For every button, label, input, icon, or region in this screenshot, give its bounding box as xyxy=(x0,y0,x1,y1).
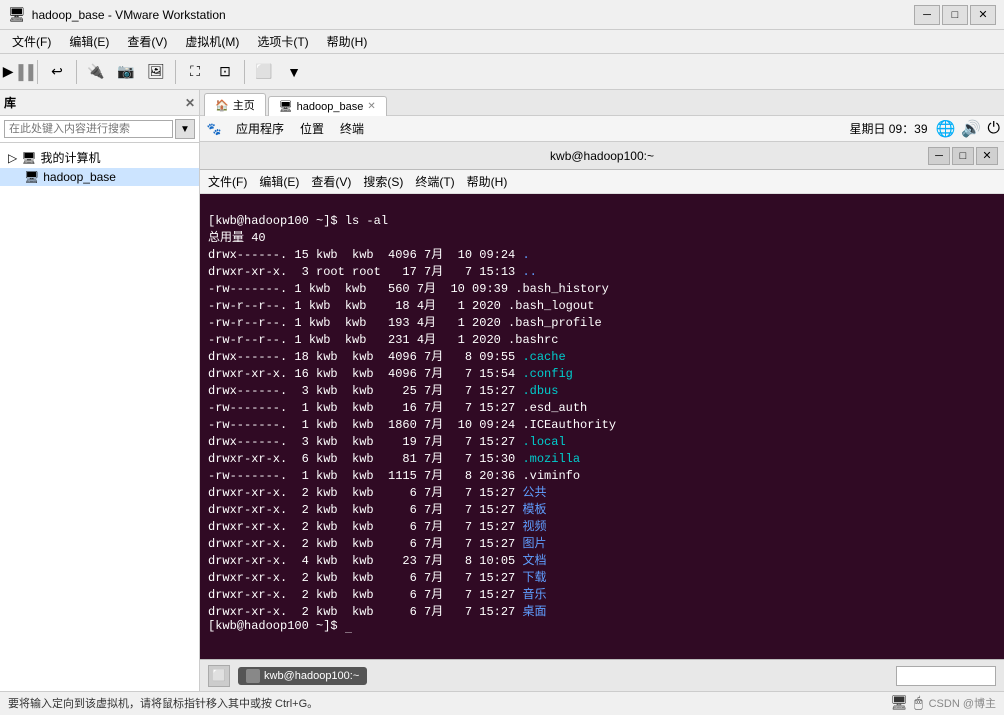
terminal-maximize-button[interactable]: □ xyxy=(952,147,974,165)
status-right-icons: 🖥 🖱 CSDN @博主 xyxy=(890,694,996,711)
terminal-menu-help[interactable]: 帮助(H) xyxy=(467,173,508,190)
menu-vm[interactable]: 虚拟机(M) xyxy=(177,31,247,52)
terminal-title-bar: kwb@hadoop100:~ ─ □ ✕ xyxy=(200,142,1004,170)
sidebar-item-hadoop-base[interactable]: 🖥 hadoop_base xyxy=(0,168,199,186)
terminal-close-button[interactable]: ✕ xyxy=(976,147,998,165)
time-display: 星期日 09：39 xyxy=(849,120,935,137)
toolbar-unity[interactable]: ⊡ xyxy=(211,58,239,86)
status-icon-1: 🖥 xyxy=(890,694,908,711)
toolbar-screenshot[interactable]: 🖼 xyxy=(142,58,170,86)
status-text: 要将输入定向到该虚拟机，请将鼠标指针移入其中或按 Ctrl+G。 xyxy=(8,695,318,711)
sidebar-search-dropdown[interactable]: ▼ xyxy=(175,119,195,139)
toolbar-separator-3 xyxy=(175,60,176,84)
app-icon: 🖥 xyxy=(8,6,26,23)
terminal-footer: ⬜ kwb@hadoop100:~ xyxy=(200,659,1004,691)
tab-hadoop-base-close[interactable]: ✕ xyxy=(367,101,375,112)
toolbar-separator-2 xyxy=(76,60,77,84)
toolbar: ▶▐▐ ↩ 🔌 📷 🖼 ⛶ ⊡ ⬜ ▼ xyxy=(0,54,1004,90)
terminal-tab[interactable]: kwb@hadoop100:~ xyxy=(238,667,367,685)
sidebar-search-input[interactable] xyxy=(4,120,173,138)
tab-hadoop-base[interactable]: 🖥 hadoop_base ✕ xyxy=(268,96,387,116)
window-title: hadoop_base - VMware Workstation xyxy=(32,8,914,22)
tab-hadoop-base-label: hadoop_base xyxy=(297,101,364,113)
monitor-icon: 🖥 xyxy=(21,151,36,165)
vm-tab-icon: 🖥 xyxy=(279,100,293,113)
terminal-window-title: kwb@hadoop100:~ xyxy=(550,149,654,163)
vm-icon: 🖥 xyxy=(24,170,39,184)
toolbar-revert[interactable]: ↩ xyxy=(43,58,71,86)
sys-icons: 🌐 🔊 ⏻ xyxy=(936,119,1001,139)
main-menu-bar: 文件(F) 编辑(E) 查看(V) 虚拟机(M) 选项卡(T) 帮助(H) xyxy=(0,30,1004,54)
sidebar-header: 库 ✕ xyxy=(0,90,199,116)
vm-app-menu-bar: 🐾 应用程序 位置 终端 星期日 09：39 🌐 🔊 ⏻ xyxy=(200,116,1004,142)
sidebar-tree: ▷ 🖥 我的计算机 🖥 hadoop_base xyxy=(0,143,199,691)
sidebar-item-hadoop-base-label: hadoop_base xyxy=(43,170,116,184)
network-icon[interactable]: 🌐 xyxy=(936,119,956,139)
terminal-body[interactable]: [kwb@hadoop100 ~]$ ls -al 总用量 40 drwx---… xyxy=(200,194,1004,659)
volume-icon[interactable]: 🔊 xyxy=(961,119,981,139)
menu-edit[interactable]: 编辑(E) xyxy=(61,31,117,52)
terminal-tab-label: kwb@hadoop100:~ xyxy=(264,670,359,682)
nav-terminal[interactable]: 终端 xyxy=(332,118,372,139)
tab-home-label: 主页 xyxy=(233,97,255,113)
toolbar-view[interactable]: ⬜ xyxy=(250,58,278,86)
toolbar-play-pause[interactable]: ▶▐▐ xyxy=(4,58,32,86)
window-controls: ─ □ ✕ xyxy=(914,5,996,25)
terminal-menu-bar: 文件(F) 编辑(E) 查看(V) 搜索(S) 终端(T) 帮助(H) xyxy=(200,170,1004,194)
terminal-menu-terminal[interactable]: 终端(T) xyxy=(415,173,454,190)
status-icon-2: 🖱 xyxy=(914,694,922,711)
sidebar: 库 ✕ ▼ ▷ 🖥 我的计算机 🖥 hadoop_base xyxy=(0,90,200,691)
menu-help[interactable]: 帮助(H) xyxy=(319,31,376,52)
content-area: 🏠 主页 🖥 hadoop_base ✕ 🐾 应用程序 位置 终端 星期日 09… xyxy=(200,90,1004,691)
terminal-menu-edit[interactable]: 编辑(E) xyxy=(259,173,299,190)
nav-applications[interactable]: 应用程序 xyxy=(228,118,292,139)
sidebar-search-bar: ▼ xyxy=(0,116,199,143)
tab-bar: 🏠 主页 🖥 hadoop_base ✕ xyxy=(200,90,1004,116)
toolbar-connect[interactable]: 🔌 xyxy=(82,58,110,86)
maximize-button[interactable]: □ xyxy=(942,5,968,25)
terminal-menu-file[interactable]: 文件(F) xyxy=(208,173,247,190)
terminal-line-1: [kwb@hadoop100 ~]$ ls -al 总用量 40 drwx---… xyxy=(208,214,616,633)
computer-icon: ▷ xyxy=(8,151,17,165)
terminal-window-controls: ─ □ ✕ xyxy=(928,147,998,165)
status-text-csdn: CSDN @博主 xyxy=(929,695,996,711)
menu-tabs[interactable]: 选项卡(T) xyxy=(249,31,316,52)
terminal-tab-icon xyxy=(246,669,260,683)
toolbar-snapshot[interactable]: 📷 xyxy=(112,58,140,86)
power-icon[interactable]: ⏻ xyxy=(987,120,1000,138)
sidebar-close-button[interactable]: ✕ xyxy=(185,96,195,110)
tab-home[interactable]: 🏠 主页 xyxy=(204,93,266,116)
terminal-outer: kwb@hadoop100:~ ─ □ ✕ 文件(F) 编辑(E) 查看(V) … xyxy=(200,142,1004,691)
title-bar: 🖥 hadoop_base - VMware Workstation ─ □ ✕ xyxy=(0,0,1004,30)
menu-file[interactable]: 文件(F) xyxy=(4,31,59,52)
toolbar-separator-1 xyxy=(37,60,38,84)
terminal-footer-search-input[interactable] xyxy=(896,666,996,686)
toolbar-separator-4 xyxy=(244,60,245,84)
nav-location[interactable]: 位置 xyxy=(292,118,332,139)
terminal-menu-search[interactable]: 搜索(S) xyxy=(363,173,403,190)
menu-view[interactable]: 查看(V) xyxy=(119,31,175,52)
sidebar-item-my-computer[interactable]: ▷ 🖥 我的计算机 xyxy=(0,147,199,168)
toolbar-menu-more[interactable]: ▼ xyxy=(280,58,308,86)
sidebar-item-my-computer-label: 🖥 我的计算机 xyxy=(21,149,100,166)
vm-app-icon: 🐾 xyxy=(204,119,224,139)
main-layout: 库 ✕ ▼ ▷ 🖥 我的计算机 🖥 hadoop_base xyxy=(0,90,1004,691)
minimize-button[interactable]: ─ xyxy=(914,5,940,25)
terminal-footer-icon[interactable]: ⬜ xyxy=(208,665,230,687)
toolbar-fullscreen[interactable]: ⛶ xyxy=(181,58,209,86)
close-button[interactable]: ✕ xyxy=(970,5,996,25)
terminal-minimize-button[interactable]: ─ xyxy=(928,147,950,165)
terminal-menu-view[interactable]: 查看(V) xyxy=(311,173,351,190)
status-bar: 要将输入定向到该虚拟机，请将鼠标指针移入其中或按 Ctrl+G。 🖥 🖱 CSD… xyxy=(0,691,1004,713)
sidebar-title: 库 xyxy=(4,94,16,111)
home-icon: 🏠 xyxy=(215,99,229,112)
